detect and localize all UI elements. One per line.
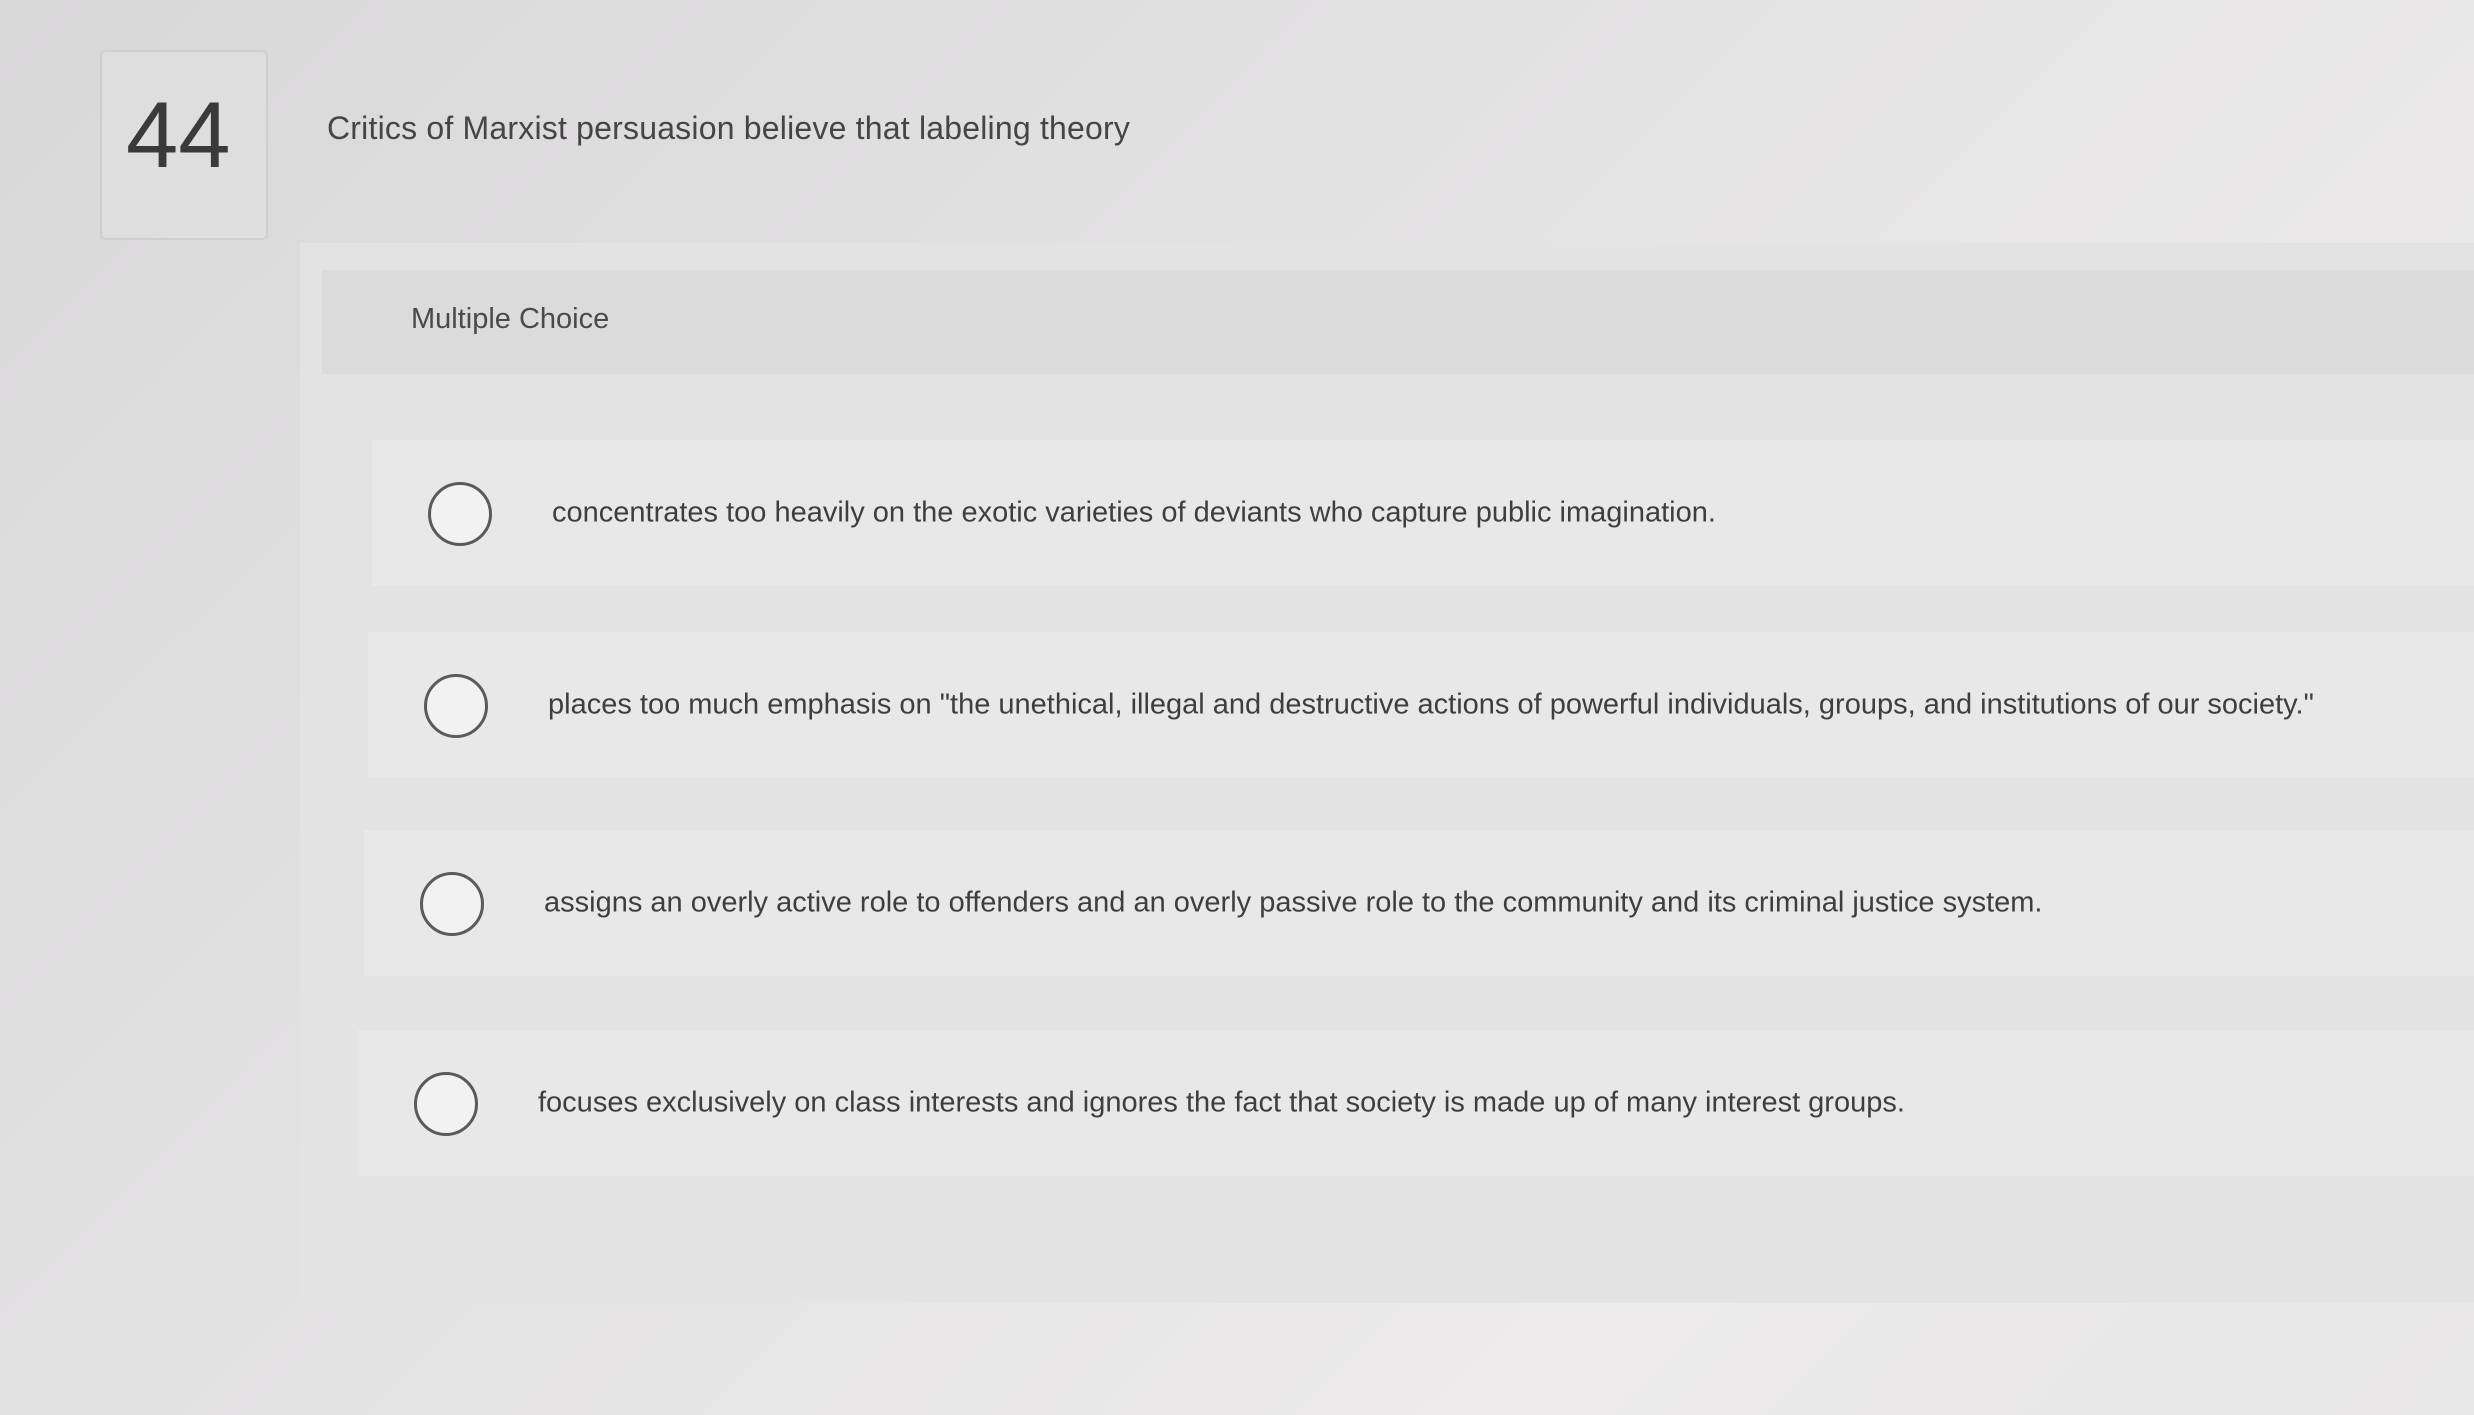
radio-button-icon[interactable] [424,674,488,738]
question-number: 44 [126,82,231,187]
answer-option-text: places too much emphasis on "the unethic… [548,688,2314,721]
radio-button-icon[interactable] [428,482,492,546]
answer-option-2[interactable]: places too much emphasis on "the unethic… [368,632,2474,778]
answer-option-text: assigns an overly active role to offende… [544,886,2043,919]
answer-option-text: focuses exclusively on class interests a… [538,1086,1905,1119]
question-type-label: Multiple Choice [411,303,610,335]
answer-option-4[interactable]: focuses exclusively on class interests a… [358,1030,2474,1176]
answer-option-3[interactable]: assigns an overly active role to offende… [364,830,2474,976]
question-prompt: Critics of Marxist persuasion believe th… [327,110,1131,146]
answer-option-1[interactable]: concentrates too heavily on the exotic v… [372,440,2474,586]
answer-option-text: concentrates too heavily on the exotic v… [552,496,1716,529]
answer-panel-header [322,270,2474,374]
radio-button-icon[interactable] [420,872,484,936]
radio-button-icon[interactable] [414,1072,478,1136]
